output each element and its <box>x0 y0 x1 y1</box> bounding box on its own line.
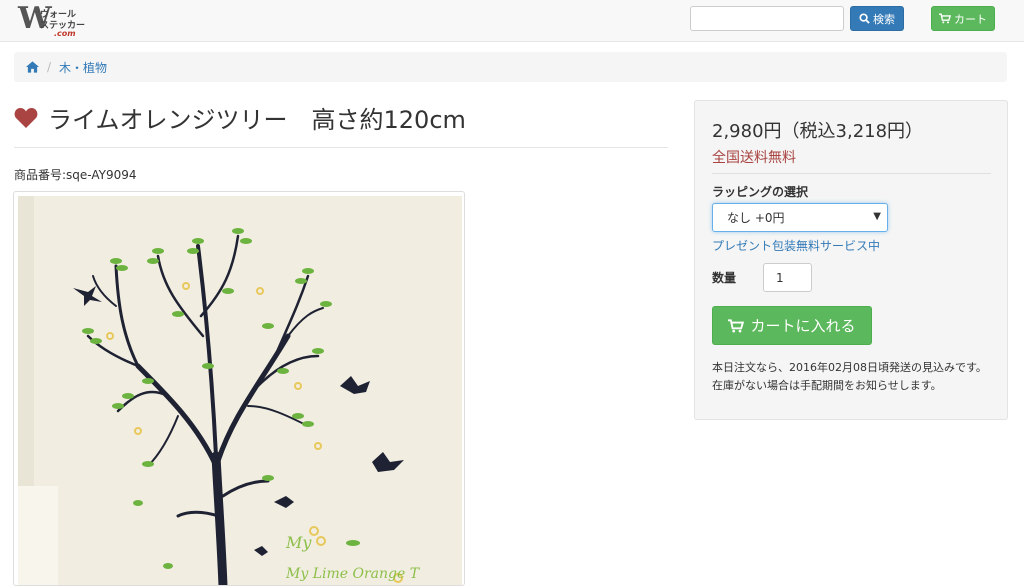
cart-button-label: カート <box>954 12 987 26</box>
product-code: 商品番号:sqe-AY9094 <box>14 168 137 182</box>
add-to-cart-button[interactable]: カートに入れる <box>712 306 872 345</box>
top-navbar: W ウォール ステッカー .com 検索 カート <box>0 0 1024 42</box>
cart-icon <box>939 13 951 24</box>
home-icon[interactable] <box>26 61 39 73</box>
product-image-caption: My Lime Orange T <box>285 566 421 582</box>
search-input[interactable] <box>690 6 844 31</box>
breadcrumb: / 木・植物 <box>14 52 1007 82</box>
cart-button[interactable]: カート <box>931 6 995 31</box>
search-icon <box>859 13 870 24</box>
panel-divider <box>712 173 991 174</box>
breadcrumb-item-category[interactable]: 木・植物 <box>59 59 107 76</box>
heart-icon[interactable] <box>14 107 38 128</box>
purchase-panel: 2,980円（税込3,218円） 全国送料無料 ラッピングの選択 なし +0円 … <box>694 100 1008 420</box>
title-divider <box>14 147 668 148</box>
shipping-estimate-note: 本日注文なら、2016年02月08日頃発送の見込みです。在庫がない場合は手配期間… <box>712 361 987 392</box>
dropdown-arrow-icon: ▼ <box>873 211 881 222</box>
page-title: ライムオレンジツリー 高さ約120cm <box>48 106 466 134</box>
gift-wrap-note: プレゼント包装無料サービス中 <box>712 239 881 253</box>
add-to-cart-label: カートに入れる <box>750 317 856 335</box>
free-shipping-label: 全国送料無料 <box>712 150 796 166</box>
wrapping-select[interactable]: なし +0円 ▼ <box>712 203 888 232</box>
product-title-row: ライムオレンジツリー 高さ約120cm <box>14 100 466 135</box>
search-button[interactable]: 検索 <box>850 6 904 31</box>
price: 2,980円（税込3,218円） <box>712 121 924 142</box>
quantity-input[interactable]: 1 <box>763 263 812 292</box>
product-image[interactable]: My My Lime Orange T <box>13 191 465 586</box>
cart-icon <box>728 318 745 333</box>
search-button-label: 検索 <box>873 12 895 26</box>
svg-text:My: My <box>285 533 312 552</box>
logo-line-3: .com <box>54 29 76 38</box>
wrapping-select-value: なし +0円 <box>727 211 785 225</box>
site-logo[interactable]: W ウォール ステッカー .com <box>18 4 98 39</box>
breadcrumb-separator: / <box>47 60 52 74</box>
quantity-label: 数量 <box>712 271 737 285</box>
wrapping-label: ラッピングの選択 <box>712 185 809 199</box>
